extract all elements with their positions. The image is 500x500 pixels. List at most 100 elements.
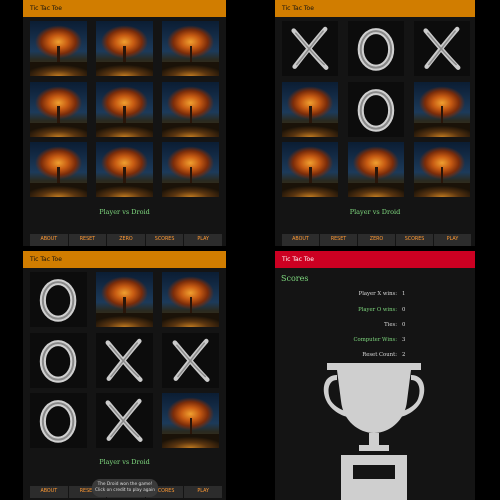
o-mark-icon — [30, 393, 87, 448]
nav-play-button[interactable]: PLAY — [184, 486, 222, 498]
score-value: 1 — [402, 291, 406, 297]
nav-reset-button[interactable]: RESET — [320, 234, 357, 246]
tree-tile-image — [162, 393, 219, 449]
tree-tile-image — [162, 21, 219, 77]
nav-scores-button[interactable]: SCORES — [145, 234, 184, 246]
toast-line-2: Click on credit to play again — [94, 487, 156, 493]
board-cell[interactable] — [162, 332, 219, 388]
board-cell[interactable] — [162, 393, 219, 449]
nav-play-button[interactable]: PLAY — [434, 234, 471, 246]
app-title: Tic Tac Toe — [282, 5, 314, 12]
score-row-o-wins: Player O wins: 0 — [275, 307, 405, 313]
score-row-ties: Ties: 0 — [275, 322, 405, 328]
board-cell[interactable] — [96, 21, 153, 77]
x-mark-icon — [414, 21, 470, 76]
score-value: 0 — [402, 322, 406, 328]
board-cell[interactable] — [30, 332, 87, 388]
nav-play-button[interactable]: PLAY — [184, 234, 222, 246]
board-cell[interactable] — [30, 393, 87, 449]
board-cell[interactable] — [162, 142, 219, 198]
board-cell[interactable] — [347, 81, 405, 137]
app-title: Tic Tac Toe — [30, 5, 62, 12]
app-bar: Tic Tac Toe — [275, 251, 475, 268]
app-bar: Tic Tac Toe — [275, 0, 475, 17]
app-bar: Tic Tac Toe — [23, 0, 226, 17]
board-cell[interactable] — [413, 21, 470, 77]
tree-tile-image — [413, 81, 470, 137]
o-mark-icon — [30, 333, 87, 388]
board-cell[interactable] — [30, 81, 87, 137]
tree-tile-image — [96, 142, 153, 198]
score-label: Player O wins: — [358, 307, 397, 313]
tree-tile-image — [347, 142, 405, 198]
game-over-toast: The Droid won the game! Click on credit … — [92, 479, 158, 497]
board-cell[interactable] — [282, 142, 339, 198]
app-title: Tic Tac Toe — [282, 256, 314, 263]
board-cell[interactable] — [96, 393, 153, 449]
score-row-reset-count: Reset Count: 2 — [275, 352, 405, 358]
nav-about-button[interactable]: ABOUT — [282, 234, 319, 246]
board-cell[interactable] — [282, 21, 339, 77]
toast-line-1: The Droid won the game! — [97, 482, 153, 487]
board-cell[interactable] — [282, 81, 339, 137]
score-row-computer-wins: Computer Wins: 3 — [275, 337, 405, 343]
score-value: 3 — [402, 337, 406, 343]
score-label: Ties: — [384, 322, 397, 328]
trophy-icon — [323, 363, 425, 500]
game-mode-label: Player vs Droid — [99, 458, 150, 466]
board-cell[interactable] — [30, 142, 87, 198]
x-mark-icon — [96, 333, 153, 388]
nav-reset-button[interactable]: RESET — [68, 234, 107, 246]
bottom-nav: ABOUTRESETZEROSCORESPLAY — [30, 234, 222, 246]
tree-tile-image — [282, 81, 339, 137]
scores-title: Scores — [281, 274, 309, 283]
game-board — [282, 21, 470, 199]
board-cell[interactable] — [30, 21, 87, 77]
tree-tile-image — [162, 142, 219, 198]
board-cell[interactable] — [413, 81, 470, 137]
board-cell[interactable] — [96, 81, 153, 137]
game-screen-1: Tic Tac Toe Player vs Droid ABOUT RESET ZE… — [23, 0, 226, 246]
game-board — [30, 21, 219, 199]
board-cell[interactable] — [96, 142, 153, 198]
board-cell[interactable] — [162, 21, 219, 77]
o-mark-icon — [30, 272, 87, 327]
score-label: Computer Wins: — [353, 337, 397, 343]
board-cell[interactable] — [96, 332, 153, 388]
score-value: 2 — [402, 352, 406, 358]
board-cell[interactable] — [30, 272, 87, 328]
tree-tile-image — [30, 81, 87, 137]
board-cell[interactable] — [413, 142, 470, 198]
tree-tile-image — [96, 21, 153, 77]
board-cell[interactable] — [96, 272, 153, 328]
game-mode-label: Player vs Droid — [349, 208, 401, 216]
nav-scores-button[interactable]: SCORES — [396, 234, 433, 246]
x-mark-icon — [96, 393, 153, 448]
score-row-x-wins: Player X wins: 1 — [275, 291, 406, 297]
game-screen-2: Tic Tac Toe Player vs Droid ABOUT RESET ZE… — [275, 0, 475, 246]
score-label: Player X wins: — [358, 291, 397, 297]
scores-screen: Tic Tac Toe Scores Player X wins: 1 Play… — [275, 251, 475, 500]
game-mode-label: Player vs Droid — [99, 208, 150, 216]
board-cell[interactable] — [162, 272, 219, 328]
game-screen-3: Tic Tac Toe Player vs Droid ABOUTRESETZE… — [23, 251, 226, 500]
nav-zero-button[interactable]: ZERO — [107, 234, 145, 246]
bottom-nav: ABOUTRESETZEROSCORESPLAY — [282, 234, 471, 246]
score-value: 0 — [402, 307, 406, 313]
game-board — [30, 272, 219, 450]
nav-about-button[interactable]: ABOUT — [30, 486, 68, 498]
score-label: Reset Count: — [362, 352, 397, 358]
nav-zero-button[interactable]: ZERO — [358, 234, 395, 246]
board-cell[interactable] — [347, 21, 405, 77]
nav-about-button[interactable]: ABOUT — [30, 234, 68, 246]
tree-tile-image — [96, 81, 153, 137]
o-mark-icon — [348, 82, 404, 137]
tree-tile-image — [30, 142, 87, 198]
o-mark-icon — [348, 21, 404, 76]
tree-tile-image — [282, 142, 339, 198]
board-cell[interactable] — [347, 142, 405, 198]
tree-tile-image — [96, 272, 153, 328]
tree-tile-image — [413, 142, 470, 198]
board-cell[interactable] — [162, 81, 219, 137]
x-mark-icon — [162, 333, 219, 388]
